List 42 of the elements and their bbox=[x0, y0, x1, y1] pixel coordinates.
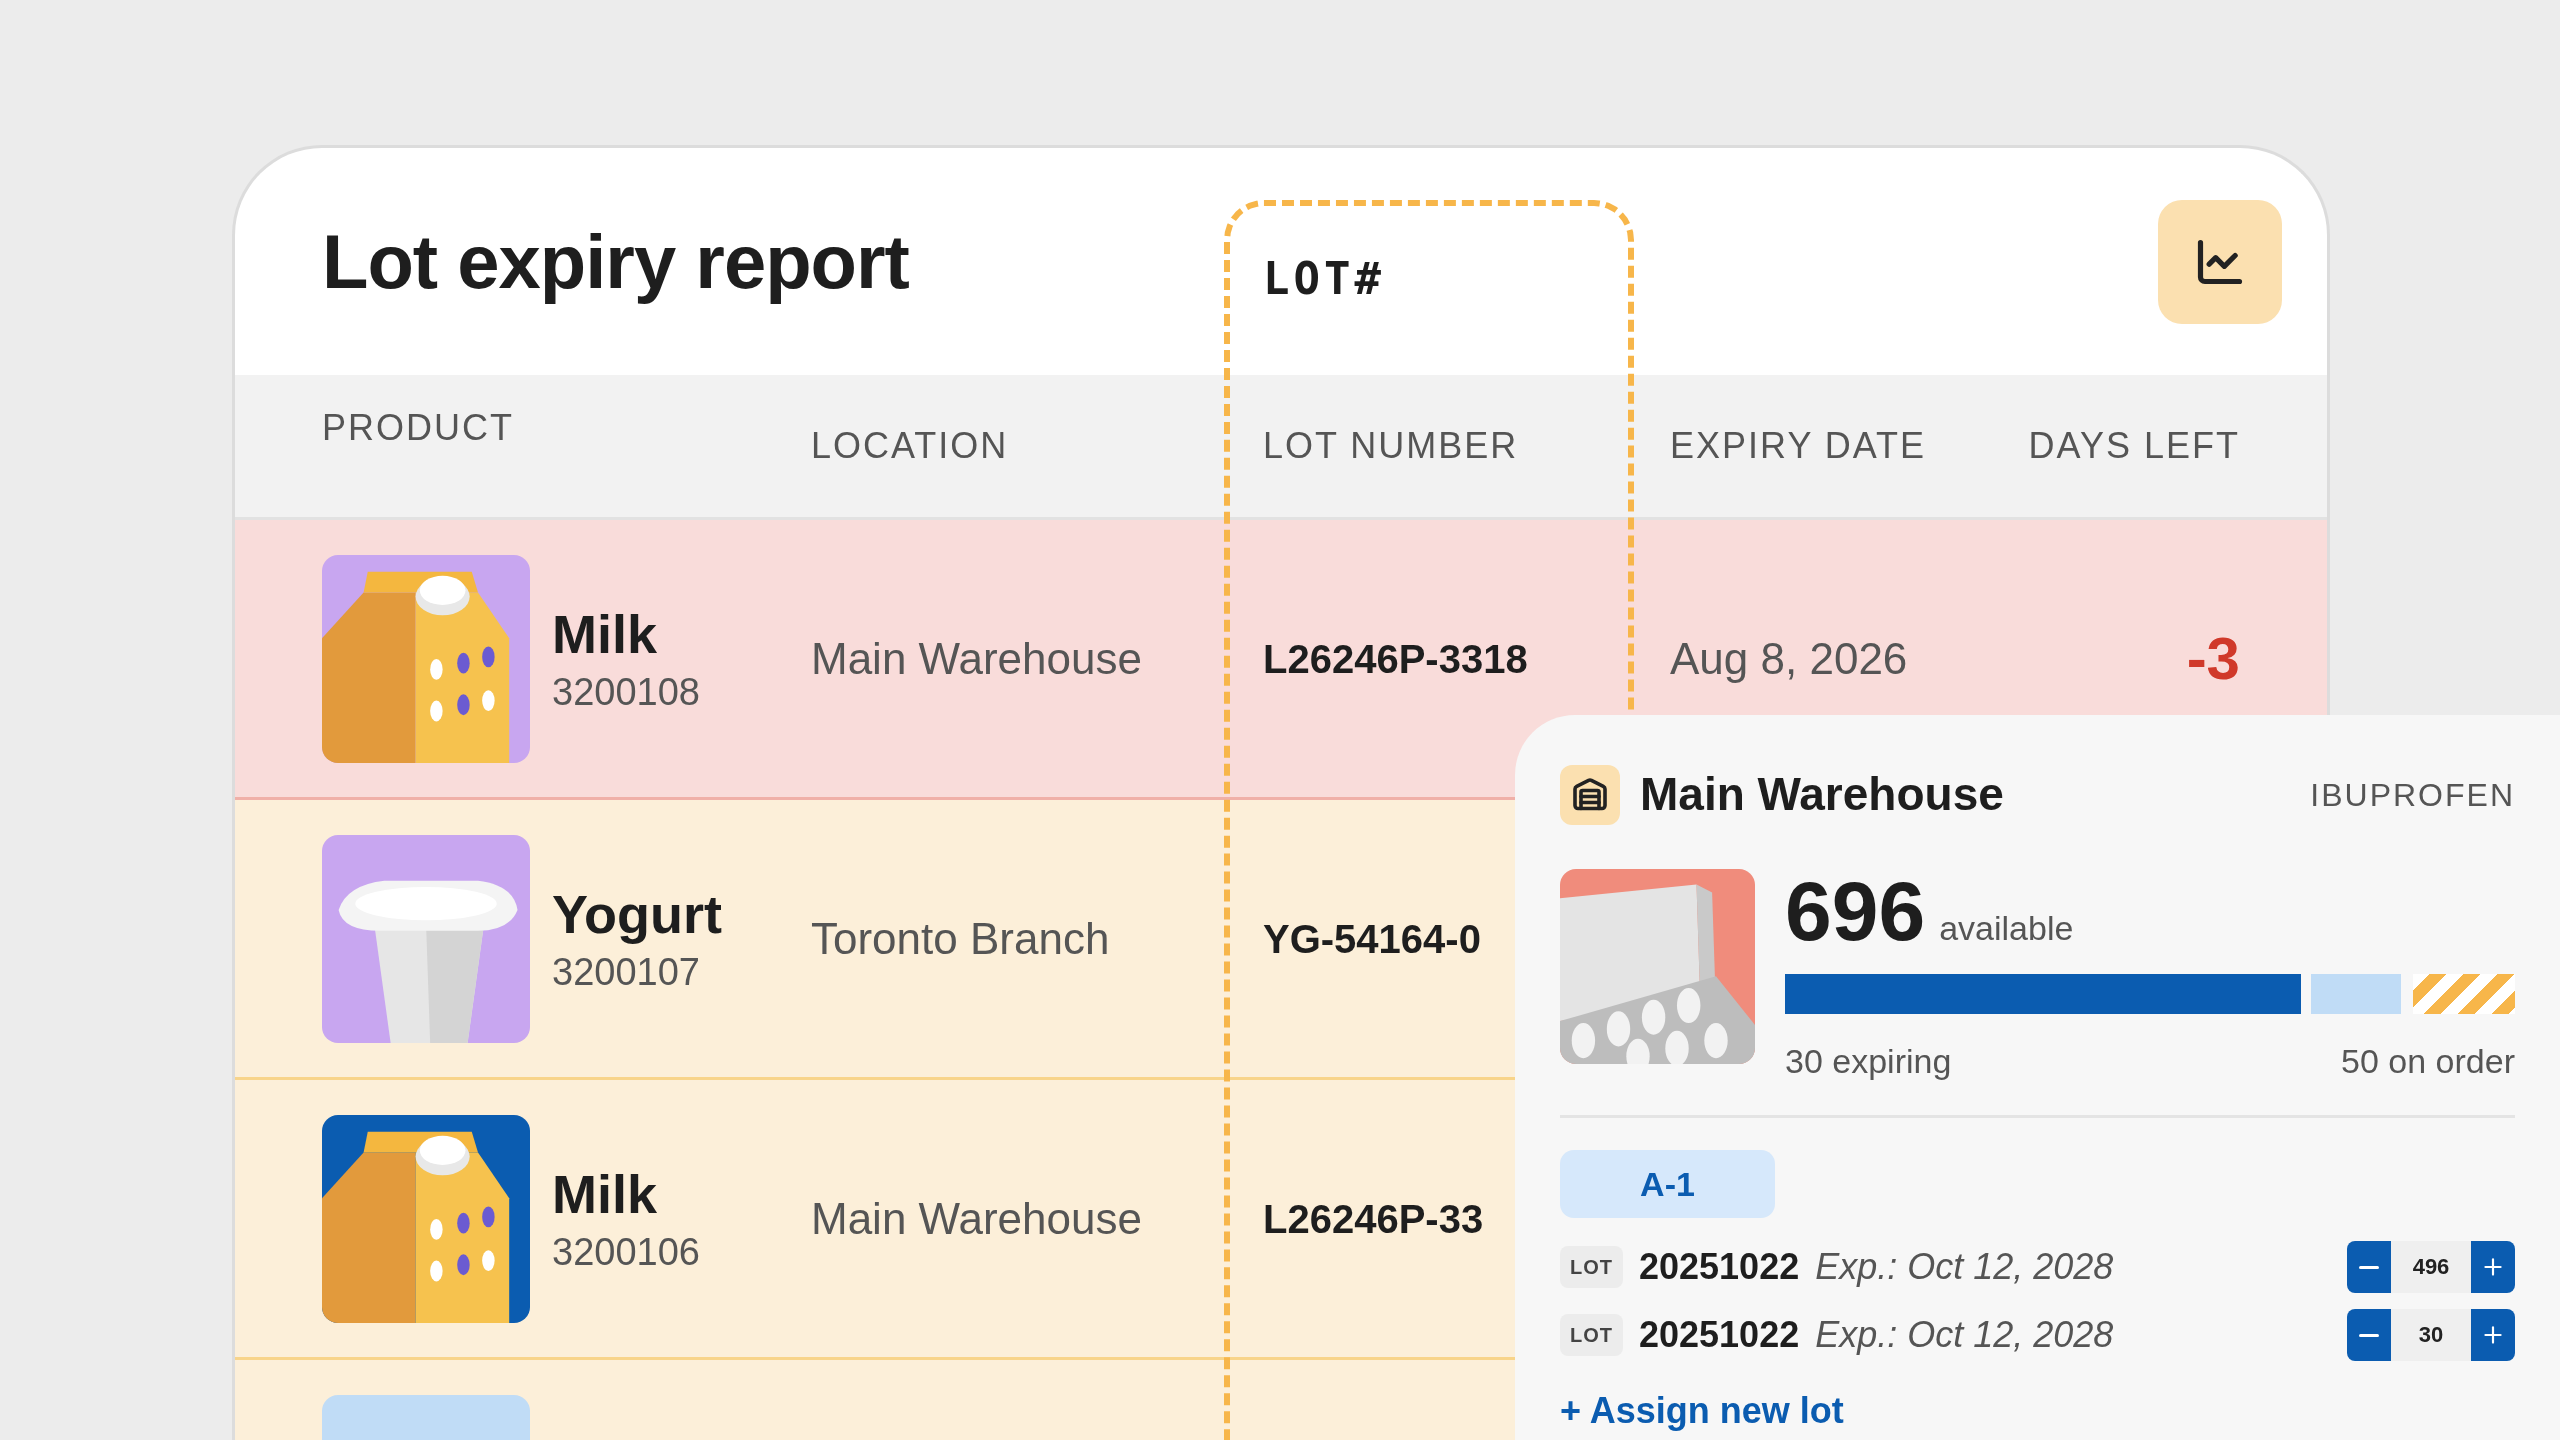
days-left-cell: -3 bbox=[2186, 624, 2240, 692]
decrement-button[interactable] bbox=[2347, 1309, 2391, 1361]
available-label: available bbox=[1939, 908, 2074, 949]
lot-badge: LOT bbox=[1560, 1314, 1623, 1356]
lot-number-cell: L26246P-33 bbox=[1263, 1196, 1484, 1241]
column-header: LOT NUMBER bbox=[1263, 424, 1520, 468]
expiring-count: 30 expiring bbox=[1785, 1041, 1952, 1082]
decrement-button[interactable] bbox=[2347, 1241, 2391, 1293]
column-header: DAYS LEFT bbox=[2027, 424, 2240, 468]
location-cell: Main Warehouse bbox=[811, 1193, 1142, 1243]
product-code: 3200106 bbox=[552, 1232, 700, 1271]
lot-number-cell: YG-54164-0 bbox=[1263, 916, 1481, 961]
on-order-count: 50 on order bbox=[2341, 1041, 2515, 1082]
chart-button[interactable] bbox=[2158, 199, 2282, 324]
lot-expiry: Exp.: Oct 12, 2028 bbox=[1815, 1313, 2114, 1357]
increment-button[interactable] bbox=[2471, 1241, 2515, 1293]
lot-number-cell: L26246P-3318 bbox=[1263, 636, 1528, 681]
available-count: 696 bbox=[1785, 869, 1926, 953]
minus-icon bbox=[2359, 1333, 2379, 1337]
product-code: 3200108 bbox=[552, 672, 700, 711]
location-cell: Main Warehouse bbox=[811, 633, 1142, 683]
bin-tag: A-1 bbox=[1560, 1150, 1775, 1218]
assign-lot-link[interactable]: + Assign new lot bbox=[1560, 1384, 1844, 1438]
lot-expiry: Exp.: Oct 12, 2028 bbox=[1815, 1245, 2114, 1289]
warehouse-icon bbox=[1560, 764, 1620, 825]
lot-badge: LOT bbox=[1560, 1246, 1623, 1288]
minus-icon bbox=[2359, 1265, 2379, 1269]
product-code: 3200107 bbox=[552, 952, 701, 991]
column-header: PRODUCT bbox=[322, 406, 515, 450]
product-name: Milk bbox=[552, 606, 659, 661]
increment-button[interactable] bbox=[2471, 1309, 2515, 1361]
column-header: EXPIRY DATE bbox=[1670, 424, 1928, 468]
product-name: Milk bbox=[552, 1166, 659, 1221]
column-header: LOCATION bbox=[811, 424, 1010, 468]
lot-number: 20251022 bbox=[1639, 1313, 1800, 1357]
quantity-field[interactable]: 496 bbox=[2391, 1241, 2471, 1293]
highlight-label: LOT# bbox=[1263, 253, 1385, 304]
lot-number: 20251022 bbox=[1639, 1245, 1800, 1289]
quantity-field[interactable]: 30 bbox=[2391, 1309, 2471, 1361]
location-cell: Toronto Branch bbox=[811, 913, 1110, 963]
expiry-date-cell: Aug 8, 2026 bbox=[1670, 633, 1908, 683]
report-title: Lot expiry report bbox=[322, 217, 909, 306]
